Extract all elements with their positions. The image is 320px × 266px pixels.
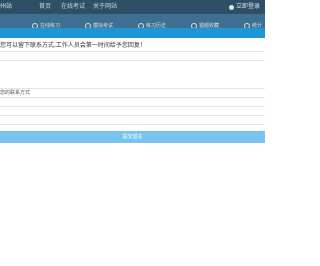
message-field-divider — [0, 60, 265, 61]
brand-title: 州站 — [0, 3, 13, 10]
user-icon — [228, 4, 234, 10]
nav-about-link[interactable]: 关于网站 — [93, 3, 117, 11]
contact-field-divider — [0, 124, 265, 125]
nav-exam-link[interactable]: 在线考试 — [61, 3, 85, 11]
submit-label: 提交留言 — [122, 134, 143, 140]
contact-field-divider — [0, 88, 265, 89]
contact-field-divider — [0, 97, 265, 98]
contact-field-divider — [0, 106, 265, 107]
nav-home-link[interactable]: 首页 — [39, 3, 51, 11]
top-navigation-bar: 州站 首页 在线考试 关于网站 立即登录 — [0, 0, 265, 14]
message-prompt: 您可以留下联系方式,工作人员会第一时间给予您回复！ — [0, 42, 146, 49]
login-label: 立即登录 — [235, 3, 260, 10]
contact-field-divider — [0, 115, 265, 116]
message-field-divider — [0, 51, 265, 52]
login-button[interactable]: 立即登录 — [228, 3, 260, 11]
accent-strip — [0, 28, 265, 38]
contact-label: 您的联系方式 — [0, 90, 31, 96]
